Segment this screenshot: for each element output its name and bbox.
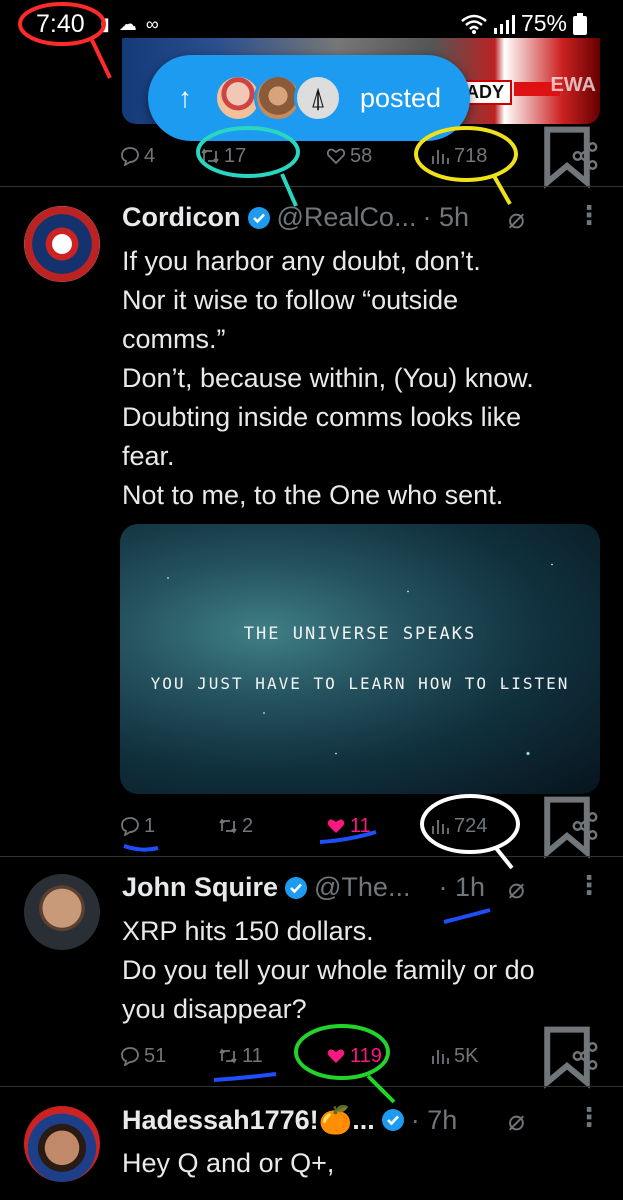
tweet-header: Hadessah1776!🍊... · 7h	[122, 1104, 457, 1136]
verified-badge-icon	[285, 876, 308, 899]
repost-button[interactable]: 17	[200, 145, 246, 168]
top-tweet-actions: 4 17 58 718	[120, 126, 600, 189]
starfield	[120, 524, 600, 794]
reply-count: 1	[144, 814, 156, 837]
notification-icons: ▮ ☁ ∞	[100, 14, 161, 34]
wifi-icon	[461, 14, 487, 34]
tweet-text: Hey Q and or Q+,	[122, 1144, 602, 1183]
reply-button[interactable]: 1	[120, 815, 155, 838]
tweet-line: Don’t, because within, (You) know.	[122, 363, 534, 393]
tweet-line: comms.”	[122, 324, 226, 354]
battery-icon	[573, 12, 587, 35]
tweet-line: fear.	[122, 441, 175, 471]
tweet-actions: 51 11 119 5K	[120, 1026, 600, 1089]
avatar-hadessah[interactable]	[24, 1106, 100, 1182]
views-count: 724	[454, 814, 488, 837]
tweet-actions: 1 2 11 724	[120, 796, 600, 859]
views-count: 718	[454, 144, 488, 167]
tweet-line: Not to me, to the One who sent.	[122, 480, 504, 510]
posted-avatar-3: ⍋	[294, 74, 342, 122]
divider	[0, 1086, 623, 1087]
image-text-line2: YOU JUST HAVE TO LEARN HOW TO LISTEN	[150, 674, 570, 693]
repost-button[interactable]: 2	[218, 815, 253, 838]
like-count: 58	[350, 144, 373, 167]
tweet-line: Hey Q and or Q+,	[122, 1148, 335, 1178]
like-button[interactable]: 58	[326, 145, 372, 168]
tweet-time[interactable]: · 5h	[422, 202, 469, 233]
reply-icon	[121, 1047, 139, 1066]
posted-label: posted	[360, 82, 442, 113]
more-options-icon[interactable]: ⋮	[576, 870, 602, 901]
share-icon[interactable]	[570, 1041, 600, 1071]
more-options-icon[interactable]: ⋮	[576, 200, 602, 231]
share-icon[interactable]	[570, 141, 600, 171]
tweet-text: XRP hits 150 dollars. Do you tell your w…	[122, 912, 602, 1029]
heart-icon	[326, 148, 346, 165]
repost-icon	[219, 1048, 237, 1064]
tweet-line: Doubting inside comms looks like	[122, 402, 522, 432]
views-button[interactable]: 724	[430, 815, 487, 838]
grok-icon[interactable]: ⌀	[508, 1104, 525, 1137]
tweet-line: XRP hits 150 dollars.	[122, 916, 374, 946]
tweet-text: If you harbor any doubt, don’t. Nor it w…	[122, 242, 602, 515]
reply-count: 4	[144, 144, 156, 167]
views-button[interactable]: 5K	[430, 1045, 478, 1068]
like-count: 119	[350, 1044, 382, 1067]
more-options-icon[interactable]: ⋮	[576, 1102, 602, 1133]
tweet-header: Cordicon @RealCo... · 5h	[122, 202, 469, 233]
author-name[interactable]: Hadessah1776!🍊...	[122, 1104, 375, 1136]
tweet-header: John Squire @The... · 1h	[122, 872, 485, 903]
reply-icon	[121, 147, 139, 166]
views-count: 5K	[454, 1044, 479, 1067]
divider	[0, 856, 623, 857]
arrow-up-icon: ↑	[178, 82, 192, 113]
share-icon[interactable]	[570, 811, 600, 841]
tweet-time[interactable]: · 7h	[411, 1105, 458, 1136]
reply-button[interactable]: 4	[120, 145, 155, 168]
like-button[interactable]: 119	[326, 1045, 382, 1068]
battery-percent: 75%	[520, 10, 567, 36]
heart-filled-icon	[327, 1049, 345, 1063]
grok-icon[interactable]: ⌀	[508, 202, 525, 235]
tweet-line: If you harbor any doubt, don’t.	[122, 246, 481, 276]
author-name[interactable]: John Squire	[122, 872, 278, 903]
like-button[interactable]: 11	[326, 815, 371, 838]
status-right: 75%	[461, 10, 587, 37]
avatar-cordicon[interactable]	[24, 206, 100, 282]
tweet-line: Do you tell your whole family or do	[122, 955, 535, 985]
reply-icon	[121, 817, 139, 836]
views-icon	[432, 150, 449, 164]
verified-badge-icon	[381, 1109, 404, 1131]
tweet-line: Nor it wise to follow “outside	[122, 285, 459, 315]
reply-button[interactable]: 51	[120, 1045, 166, 1068]
new-posts-pill[interactable]: ↑ ⍋ posted	[148, 55, 470, 141]
reply-count: 51	[144, 1044, 167, 1067]
tweet-time[interactable]: · 1h	[438, 872, 485, 903]
repost-icon	[219, 818, 237, 834]
tweet-line: you disappear?	[122, 994, 307, 1024]
tweet-image[interactable]: THE UNIVERSE SPEAKS YOU JUST HAVE TO LEA…	[120, 524, 600, 794]
image-text-line1: THE UNIVERSE SPEAKS	[243, 624, 477, 644]
signal-icon	[493, 14, 515, 34]
author-handle[interactable]: @RealCo...	[277, 202, 417, 233]
divider	[0, 186, 623, 187]
status-time: 7:40	[36, 10, 85, 38]
media-text-way: EWA	[550, 74, 596, 96]
repost-count: 2	[242, 814, 254, 837]
author-name[interactable]: Cordicon	[122, 202, 241, 233]
heart-filled-icon	[327, 819, 345, 833]
repost-count: 11	[242, 1044, 263, 1067]
verified-badge-icon	[247, 206, 270, 229]
grok-icon[interactable]: ⌀	[508, 872, 525, 905]
repost-icon	[201, 148, 219, 164]
repost-count: 17	[224, 144, 247, 167]
views-icon	[432, 820, 449, 834]
views-button[interactable]: 718	[430, 145, 487, 168]
repost-button[interactable]: 11	[218, 1045, 263, 1068]
author-handle[interactable]: @The...	[314, 872, 410, 903]
like-count: 11	[350, 814, 371, 837]
views-icon	[432, 1050, 449, 1064]
avatar-john-squire[interactable]	[24, 874, 100, 950]
